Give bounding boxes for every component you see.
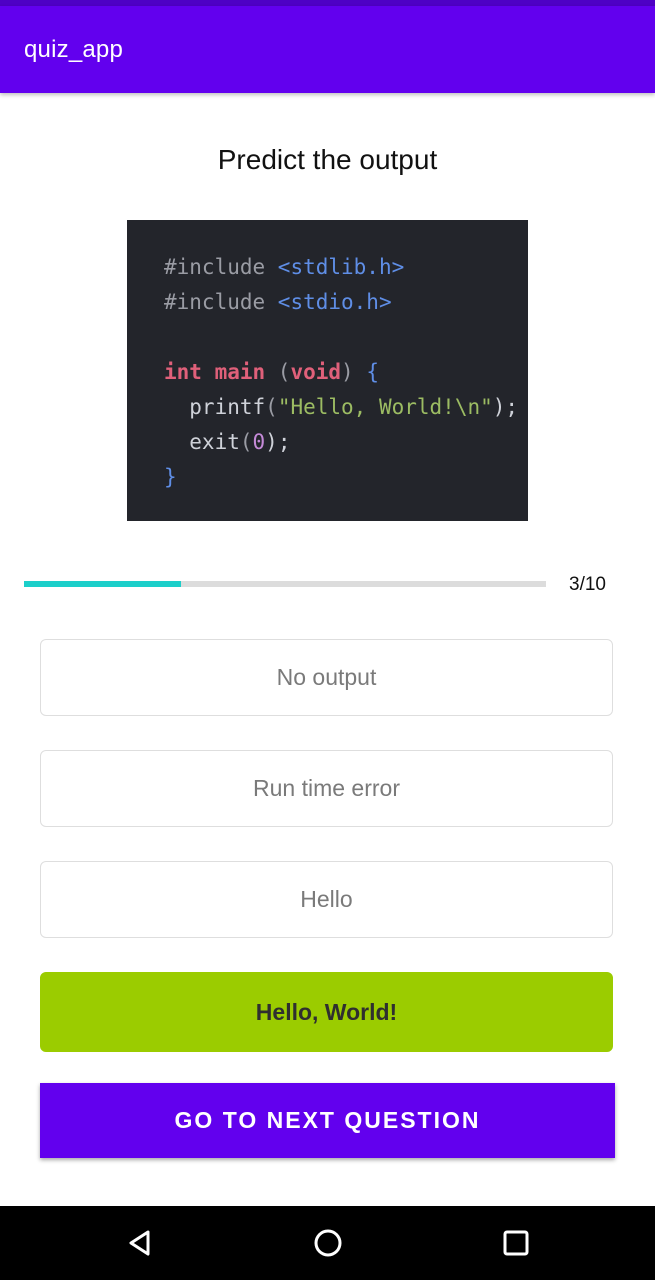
code-line: #include <stdlib.h> xyxy=(164,255,405,279)
option-hello[interactable]: Hello xyxy=(40,861,613,938)
option-run-time-error[interactable]: Run time error xyxy=(40,750,613,827)
code-line: exit(0); xyxy=(164,430,291,454)
option-hello-world[interactable]: Hello, World! xyxy=(40,972,613,1052)
progress-label: 3/10 xyxy=(569,574,606,595)
option-label: Hello, World! xyxy=(255,998,398,1025)
progress-fill xyxy=(24,581,181,587)
next-question-label: GO TO NEXT QUESTION xyxy=(174,1107,481,1133)
navigation-bar xyxy=(0,1206,655,1280)
code-snippet-image: #include <stdlib.h> #include <stdio.h> int… xyxy=(127,220,528,521)
question-text: Predict the output xyxy=(217,144,438,175)
back-icon[interactable] xyxy=(124,1227,156,1259)
option-no-output[interactable]: No output xyxy=(40,639,613,716)
code-line: printf("Hello, World!\n"); xyxy=(164,395,519,419)
code-line: } xyxy=(164,465,177,489)
next-question-button[interactable]: GO TO NEXT QUESTION xyxy=(40,1083,615,1158)
home-icon[interactable] xyxy=(312,1227,344,1259)
progress-bar xyxy=(24,581,546,587)
option-label: Run time error xyxy=(253,775,400,801)
recents-icon[interactable] xyxy=(500,1227,532,1259)
code-line: int main (void) { xyxy=(164,360,379,384)
app-bar: quiz_app xyxy=(0,6,655,93)
option-label: Hello xyxy=(300,886,353,912)
option-label: No output xyxy=(276,664,377,690)
app-title: quiz_app xyxy=(24,36,124,63)
code-line: #include <stdio.h> xyxy=(164,290,392,314)
